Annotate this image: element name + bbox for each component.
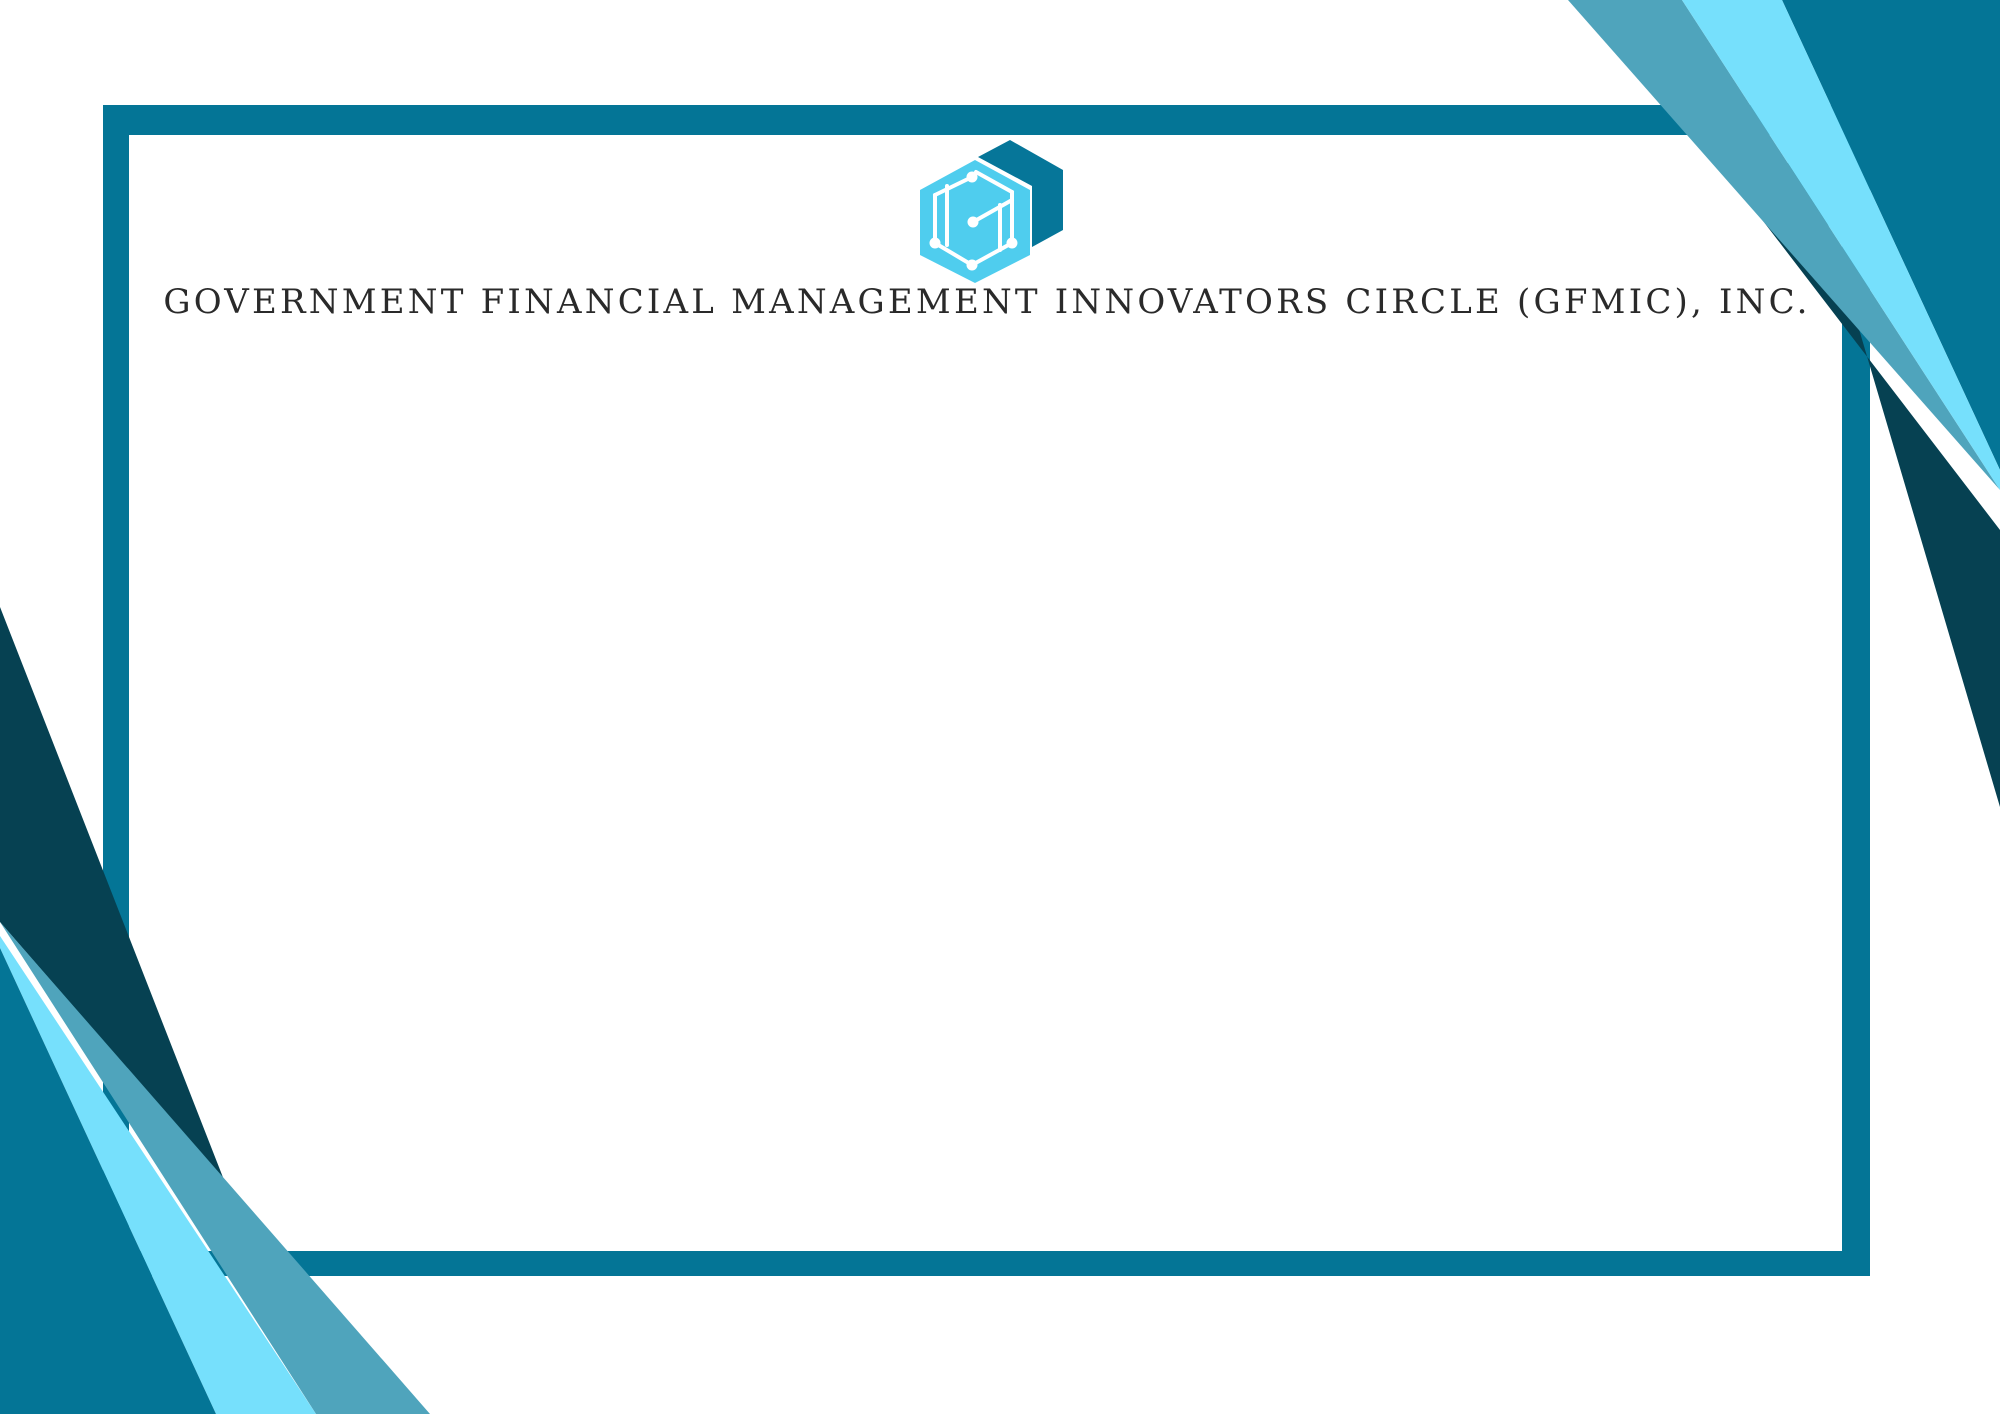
certificate-canvas [0,0,2000,1414]
organization-title: GOVERNMENT FINANCIAL MANAGEMENT INNOVATO… [163,282,1811,322]
certificate-frame [103,105,1870,1276]
bottom-left-corner-decoration [0,607,430,1414]
hexagon-circuit-logo-icon [920,140,1063,283]
